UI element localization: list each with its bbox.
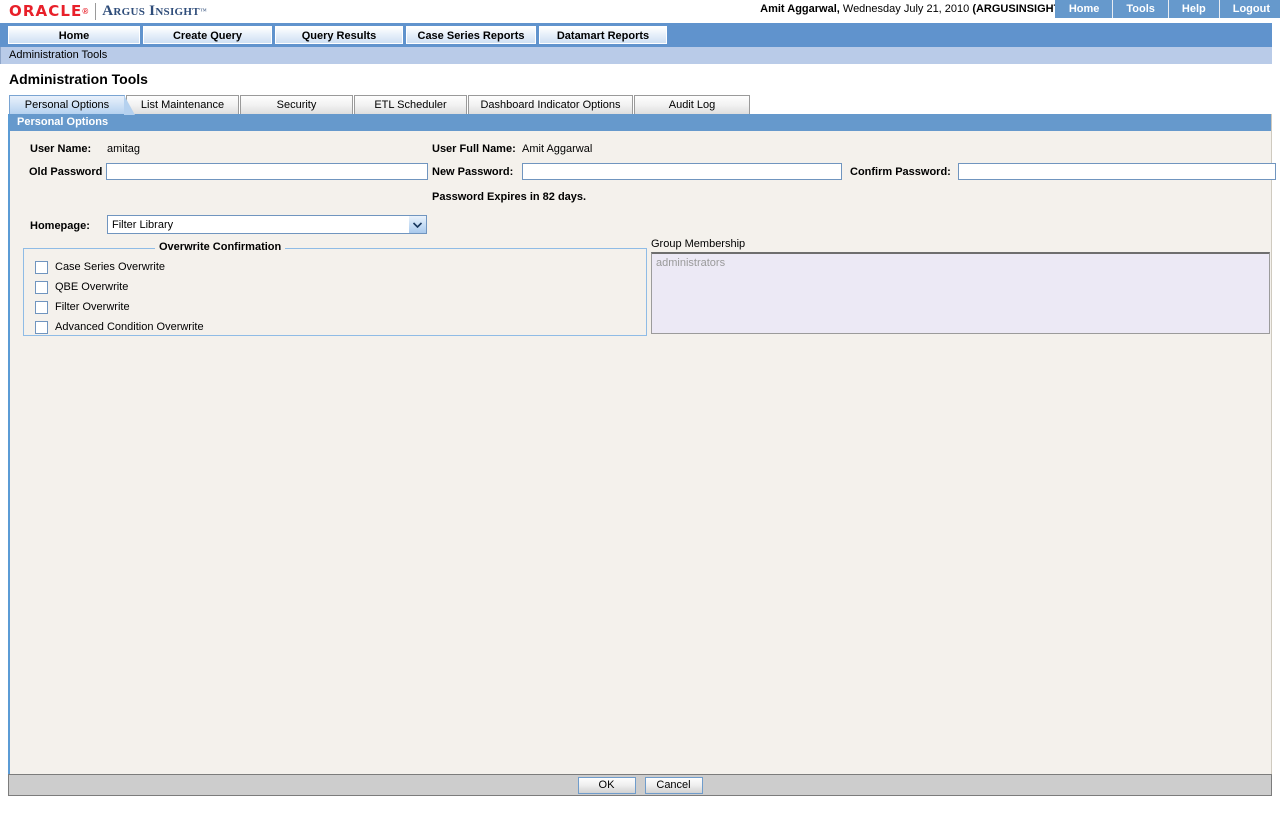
homepage-select-value: Filter Library	[112, 218, 174, 231]
content-panel: Personal Options User Name: amitag User …	[8, 114, 1276, 774]
confirm-password-label: Confirm Password:	[850, 166, 951, 178]
nav-tab-query-results[interactable]: Query Results	[275, 26, 403, 44]
checkbox-row-filter-overwrite[interactable]: Filter Overwrite	[24, 297, 646, 317]
overwrite-confirmation-legend: Overwrite Confirmation	[155, 241, 286, 253]
user-full-name-value: Amit Aggarwal	[522, 143, 593, 155]
session-user-name: Amit Aggarwal,	[760, 3, 840, 15]
tab-personal-options[interactable]: Personal Options	[9, 95, 135, 115]
homepage-select[interactable]: Filter Library	[107, 215, 427, 234]
sub-tab-bar: Personal Options List Maintenance Securi…	[0, 92, 1280, 115]
user-full-name-label: User Full Name:	[432, 143, 516, 155]
group-membership-list[interactable]: administrators	[651, 252, 1270, 334]
password-expiry-note: Password Expires in 82 days.	[432, 191, 587, 203]
user-identity-row: User Name: amitag User Full Name: Amit A…	[10, 140, 1271, 159]
tab-etl-scheduler[interactable]: ETL Scheduler	[354, 95, 467, 114]
confirm-password-input[interactable]	[958, 163, 1276, 180]
password-row: Old Password New Password: Confirm Passw…	[10, 159, 1276, 183]
checkbox-row-advanced-condition-overwrite[interactable]: Advanced Condition Overwrite	[24, 317, 646, 337]
group-membership-section: Group Membership administrators	[651, 238, 1270, 334]
tab-dashboard-indicator-options[interactable]: Dashboard Indicator Options	[468, 95, 633, 114]
app-header: ORACLE ® Argus Insight ™ Amit Aggarwal, We…	[0, 0, 1280, 23]
trademark-icon: ™	[199, 7, 207, 15]
page-title: Administration Tools	[9, 71, 148, 87]
tab-list-maintenance[interactable]: List Maintenance	[126, 95, 239, 114]
breadcrumb: Administration Tools	[0, 47, 1272, 64]
checkbox-filter-overwrite[interactable]	[35, 300, 48, 314]
checkbox-row-qbe-overwrite[interactable]: QBE Overwrite	[24, 277, 646, 297]
checkbox-label-qbe-overwrite: QBE Overwrite	[55, 281, 129, 293]
checkbox-row-case-series-overwrite[interactable]: Case Series Overwrite	[24, 257, 646, 277]
checkbox-case-series-overwrite[interactable]	[35, 260, 48, 274]
header-button-group: Home Tools Help Logout	[1054, 0, 1280, 18]
bottom-spacer	[0, 796, 1280, 805]
user-name-label: User Name:	[30, 143, 92, 155]
user-name-value: amitag	[107, 143, 141, 155]
old-password-input[interactable]	[106, 163, 428, 180]
overwrite-confirmation-group: Overwrite Confirmation Case Series Overw…	[23, 241, 647, 337]
checkbox-label-advanced-condition-overwrite: Advanced Condition Overwrite	[55, 321, 204, 333]
nav-tab-case-series-reports[interactable]: Case Series Reports	[406, 26, 536, 44]
panel-header: Personal Options	[10, 114, 1271, 131]
old-password-label: Old Password	[29, 166, 103, 178]
oracle-wordmark: ORACLE	[9, 1, 83, 20]
logo-divider	[95, 2, 97, 20]
session-date: Wednesday July 21, 2010	[839, 3, 973, 15]
session-database: (ARGUSINSIGHT)	[972, 3, 1064, 15]
chevron-down-icon[interactable]	[408, 216, 426, 233]
header-button-home[interactable]: Home	[1055, 0, 1114, 18]
header-button-logout[interactable]: Logout	[1220, 0, 1280, 18]
list-item: administrators	[656, 257, 726, 269]
nav-tab-create-query[interactable]: Create Query	[143, 26, 272, 44]
checkbox-label-case-series-overwrite: Case Series Overwrite	[55, 261, 166, 273]
checkbox-advanced-condition-overwrite[interactable]	[35, 320, 48, 334]
checkbox-qbe-overwrite[interactable]	[35, 280, 48, 294]
panel-body: User Name: amitag User Full Name: Amit A…	[10, 131, 1276, 773]
homepage-label: Homepage:	[30, 220, 90, 232]
product-name: Argus Insight	[102, 2, 200, 19]
app-logo: ORACLE ® Argus Insight ™	[0, 0, 207, 22]
main-navigation-bar: Home Create Query Query Results Case Ser…	[0, 23, 1272, 47]
checkbox-label-filter-overwrite: Filter Overwrite	[55, 301, 130, 313]
new-password-label: New Password:	[432, 166, 514, 178]
session-info: Amit Aggarwal, Wednesday July 21, 2010 (…	[760, 3, 1064, 15]
form-action-bar: OK Cancel	[8, 774, 1272, 796]
cancel-button[interactable]: Cancel	[644, 776, 703, 794]
tab-security[interactable]: Security	[240, 95, 353, 114]
nav-tab-home[interactable]: Home	[8, 26, 140, 44]
personal-options-form: User Name: amitag User Full Name: Amit A…	[10, 131, 1276, 336]
ok-button[interactable]: OK	[577, 776, 636, 794]
tab-audit-log[interactable]: Audit Log	[634, 95, 750, 114]
header-button-help[interactable]: Help	[1169, 0, 1220, 18]
group-membership-label: Group Membership	[651, 238, 746, 250]
nav-tab-datamart-reports[interactable]: Datamart Reports	[539, 26, 667, 44]
header-button-tools[interactable]: Tools	[1113, 0, 1169, 18]
registered-trademark-icon: ®	[82, 6, 89, 16]
new-password-input[interactable]	[522, 163, 842, 180]
